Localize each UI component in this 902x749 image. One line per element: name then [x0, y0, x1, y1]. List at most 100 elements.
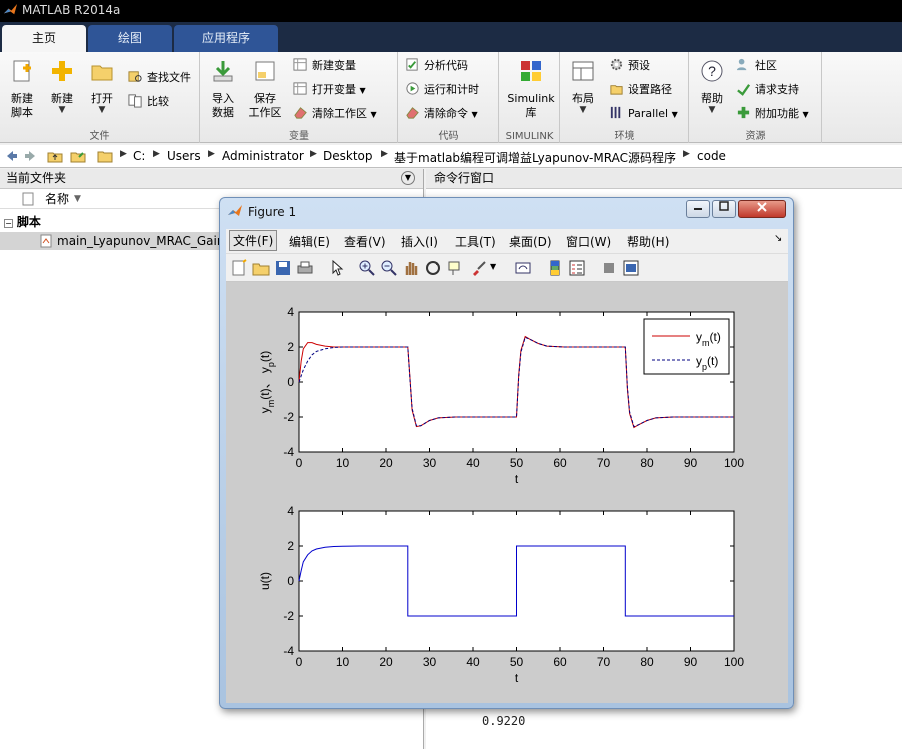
minimize-button[interactable]: [686, 200, 710, 218]
community-button[interactable]: 社区: [736, 56, 777, 76]
clear-commands-button[interactable]: 清除命令 ▼: [405, 104, 478, 124]
analyze-code-button[interactable]: 分析代码: [405, 56, 468, 76]
tab-apps[interactable]: 应用程序: [174, 25, 278, 52]
figure-menu-bar: 文件(F) 编辑(E) 查看(V) 插入(I) 工具(T) 桌面(D) 窗口(W…: [226, 229, 788, 254]
menu-tools[interactable]: 工具(T): [455, 233, 496, 250]
new-button[interactable]: 新建 ▼: [42, 52, 82, 115]
forward-arrow-icon[interactable]: [23, 148, 39, 164]
open-button[interactable]: 打开 ▼: [82, 52, 122, 115]
find-files-button[interactable]: 查找文件: [128, 68, 191, 88]
file-group-label: 文件: [89, 131, 110, 142]
pan-hand-icon[interactable]: [402, 259, 420, 277]
maximize-button[interactable]: [712, 200, 736, 218]
crumb-project-folder[interactable]: 基于matlab编程可调增益Lyapunov-MRAC源码程序: [394, 149, 676, 166]
current-folder-header: 当前文件夹 ▼: [0, 169, 423, 189]
menu-view[interactable]: 查看(V): [344, 233, 386, 250]
addons-button[interactable]: 附加功能 ▼: [736, 104, 809, 124]
file-group: 新建 脚本 新建 ▼ 打开 ▼ 查找文件 比较 文件: [0, 52, 200, 143]
command-window-header: 命令行窗口: [426, 169, 902, 189]
support-icon: [737, 84, 751, 96]
new-figure-icon[interactable]: [230, 259, 248, 277]
collapse-icon[interactable]: −: [4, 219, 13, 228]
y-axis-label: ym(t)、 yp(t): [258, 351, 276, 414]
eraser-icon: [294, 107, 307, 119]
x-tick-label: 80: [640, 655, 654, 669]
crumb-drive[interactable]: C:: [133, 149, 145, 163]
show-tools-icon[interactable]: [622, 259, 640, 277]
crumb-administrator[interactable]: Administrator: [222, 149, 304, 163]
tab-home[interactable]: 主页: [2, 25, 86, 52]
save-icon[interactable]: [274, 259, 292, 277]
print-icon[interactable]: [296, 259, 314, 277]
run-and-time-icon: [406, 82, 419, 95]
open-file-icon[interactable]: [252, 259, 270, 277]
crumb-code[interactable]: code: [697, 149, 726, 163]
run-and-time-button[interactable]: 运行和计时: [405, 80, 479, 100]
scripts-section[interactable]: − 脚本: [4, 213, 41, 231]
menu-desktop[interactable]: 桌面(D): [509, 233, 552, 250]
rotate-3d-icon[interactable]: [424, 259, 442, 277]
figure-window[interactable]: Figure 1 文件(F) 编辑(E) 查看(V) 插入(I) 工具(T) 桌…: [219, 197, 794, 709]
simulink-library-button[interactable]: Simulink 库: [504, 52, 558, 120]
browse-folder-icon[interactable]: [70, 148, 86, 164]
menu-file[interactable]: 文件(F): [229, 230, 278, 251]
open-variable-button[interactable]: 打开变量 ▼: [293, 80, 366, 100]
ribbon-tabs: 主页 绘图 应用程序: [0, 22, 902, 52]
menu-window[interactable]: 窗口(W): [566, 233, 611, 250]
close-button[interactable]: [738, 200, 786, 218]
import-data-button[interactable]: 导入 数据: [203, 52, 243, 120]
layout-button[interactable]: 布局 ▼: [563, 52, 603, 115]
zoom-in-icon[interactable]: [358, 259, 376, 277]
y-tick-label: 2: [287, 340, 294, 354]
x-tick-label: 50: [510, 655, 524, 669]
menu-help[interactable]: 帮助(H): [627, 233, 669, 250]
dock-arrow-icon[interactable]: ↘: [774, 233, 782, 244]
matlab-logo-icon: [3, 3, 18, 15]
legend-icon[interactable]: [568, 259, 586, 277]
y-tick-label: 4: [287, 504, 294, 518]
crumb-separator-icon: ▶: [683, 149, 690, 159]
x-tick-label: 0: [296, 655, 303, 669]
menu-edit[interactable]: 编辑(E): [289, 233, 330, 250]
hide-tools-icon[interactable]: [600, 259, 618, 277]
x-tick-label: 40: [466, 456, 480, 470]
app-title: MATLAB R2014a: [22, 3, 121, 17]
clear-workspace-button[interactable]: 清除工作区 ▼: [293, 104, 377, 124]
crumb-desktop[interactable]: Desktop: [323, 149, 373, 163]
x-axis-label: t: [515, 671, 519, 685]
new-script-button[interactable]: 新建 脚本: [2, 52, 42, 120]
compare-button[interactable]: 比较: [128, 92, 169, 112]
up-folder-icon[interactable]: [47, 148, 63, 164]
link-plot-icon[interactable]: [514, 259, 532, 277]
x-tick-label: 70: [597, 456, 611, 470]
pointer-icon[interactable]: [328, 259, 346, 277]
crumb-users[interactable]: Users: [167, 149, 201, 163]
m-file-icon: [40, 234, 52, 248]
parallel-button[interactable]: Parallel ▼: [609, 104, 678, 124]
data-cursor-icon[interactable]: [446, 259, 464, 277]
plots-svg: 0 10 20 30 40 50 60 70 80 90 100-4-2024tym(t)、 yp(…: [258, 305, 744, 685]
colorbar-icon[interactable]: [546, 259, 564, 277]
brush-icon[interactable]: [470, 259, 488, 277]
x-tick-label: 10: [336, 655, 350, 669]
help-button[interactable]: ? 帮助 ▼: [692, 52, 732, 115]
column-name[interactable]: 名称: [45, 190, 69, 208]
back-arrow-icon[interactable]: [3, 148, 19, 164]
file-name: main_Lyapunov_MRAC_Gain: [57, 234, 225, 248]
request-support-button[interactable]: 请求支持: [736, 80, 799, 100]
new-variable-button[interactable]: 新建变量: [293, 56, 356, 76]
y-tick-label: -2: [283, 410, 294, 424]
save-workspace-button[interactable]: 保存 工作区: [245, 52, 285, 120]
y-tick-label: -4: [283, 445, 294, 459]
parallel-icon: [610, 106, 621, 119]
svg-text:?: ?: [708, 63, 716, 79]
panel-menu-icon[interactable]: ▼: [401, 171, 415, 185]
set-path-button[interactable]: 设置路径: [609, 80, 672, 100]
brush-dropdown-icon[interactable]: ▼: [490, 262, 496, 271]
zoom-out-icon[interactable]: [380, 259, 398, 277]
addons-icon: [737, 106, 750, 119]
menu-insert[interactable]: 插入(I): [401, 233, 438, 250]
preferences-button[interactable]: 预设: [609, 56, 650, 76]
tab-plots[interactable]: 绘图: [88, 25, 172, 52]
layout-icon: [572, 61, 594, 81]
